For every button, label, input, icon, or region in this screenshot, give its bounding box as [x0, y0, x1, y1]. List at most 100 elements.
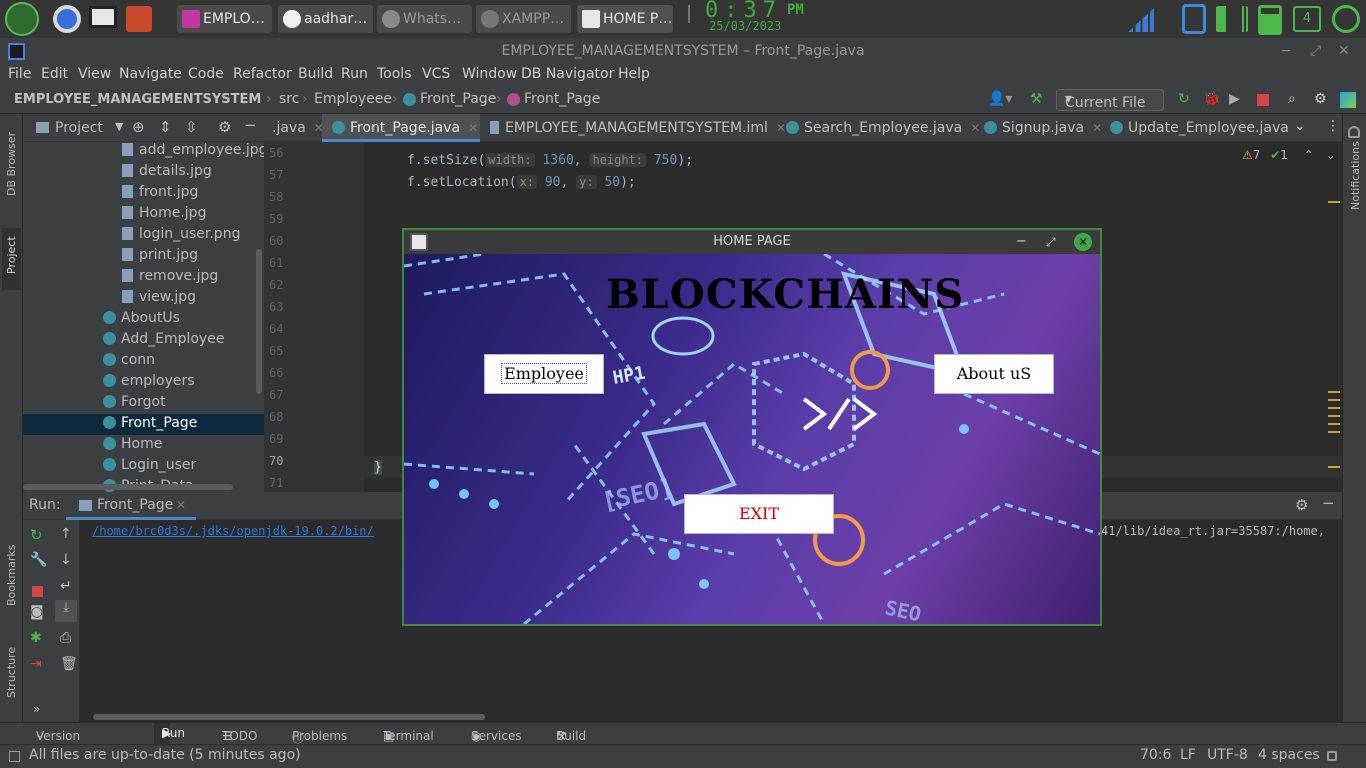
taskbar-item-aadhar[interactable]: aadhar… — [278, 5, 373, 33]
tab-search-employee[interactable]: Search_Employee.java ✕ — [786, 114, 980, 142]
bookmarks-tab[interactable]: Bookmarks — [5, 545, 18, 606]
code-line-57[interactable]: f.setLocation(x: 90, y: 50); — [407, 175, 636, 190]
run-tab-label[interactable]: Front_Page — [97, 497, 173, 513]
soft-wrap-icon[interactable]: ↵ — [60, 578, 72, 594]
jetbrains-icon[interactable] — [1340, 92, 1356, 108]
tree-file[interactable]: login_user.png — [122, 224, 240, 245]
expand-all-icon[interactable]: ⇕ — [159, 118, 172, 136]
locate-icon[interactable]: ⊕ — [132, 118, 145, 136]
exit-icon[interactable]: ⇥ — [30, 656, 42, 672]
exit-button[interactable]: EXIT — [684, 494, 834, 534]
chromium-icon[interactable] — [53, 5, 81, 33]
tree-file[interactable]: print.jpg — [122, 245, 198, 266]
scroll-down-icon[interactable]: ↓ — [60, 552, 72, 568]
warnings-indicator[interactable]: ⚠7 ✔1 ⌃ ⌄ — [1242, 148, 1336, 162]
tree-file[interactable]: remove.jpg — [122, 266, 218, 287]
network-signal-icon[interactable] — [1128, 8, 1154, 32]
menu-navigate[interactable]: Navigate — [119, 66, 182, 82]
settings-gear-icon[interactable]: ⚙ — [1314, 91, 1327, 107]
tree-class[interactable]: Home — [103, 434, 162, 455]
minimize-icon[interactable]: − — [1016, 230, 1027, 254]
console-horizontal-scrollbar[interactable] — [93, 714, 485, 720]
about-us-button[interactable]: About uS — [934, 354, 1054, 394]
build-hammer-icon[interactable]: ⚒ — [1030, 91, 1043, 107]
indent-setting[interactable]: 4 spaces — [1258, 747, 1320, 763]
breadcrumb-package[interactable]: Employeee — [314, 91, 392, 107]
status-message[interactable]: All files are up-to-date (5 minutes ago) — [29, 747, 301, 763]
tree-class[interactable]: Forgot — [103, 392, 166, 413]
taskbar-item-home-page[interactable]: HOME P… — [577, 5, 673, 33]
tree-class[interactable]: Add_Employee — [103, 329, 224, 350]
db-browser-tab[interactable]: DB Browser — [5, 132, 18, 196]
taskbar-item-whatsapp[interactable]: Whats… — [377, 5, 472, 33]
nav-down-icon[interactable]: ⌄ — [1326, 148, 1336, 162]
notifications-bell-icon[interactable] — [1348, 126, 1360, 138]
menu-view[interactable]: View — [78, 66, 111, 82]
tab-update-employee[interactable]: Update_Employee.java — [1110, 114, 1289, 142]
file-encoding[interactable]: UTF-8 — [1207, 747, 1248, 763]
tree-class[interactable]: Login_user — [103, 455, 196, 476]
breadcrumb-file[interactable]: Front_Page — [420, 91, 496, 107]
tree-file[interactable]: view.jpg — [122, 287, 196, 308]
tab-iml[interactable]: EMPLOYEE_MANAGEMENTSYSTEM.iml ✕ — [490, 114, 786, 142]
more-icon[interactable]: » — [33, 702, 40, 716]
code-line-70[interactable]: } — [374, 460, 382, 475]
taskbar-item-intellij[interactable]: EMPLO… — [177, 5, 272, 33]
tab-front-page[interactable]: Front_Page.java ✕ — [322, 114, 480, 142]
minimize-icon[interactable]: − — [1280, 38, 1292, 64]
taskbar-item-xampp[interactable]: XAMPP… — [476, 5, 571, 33]
menu-help[interactable]: Help — [618, 66, 650, 82]
wrench-icon[interactable]: 🔧 — [30, 552, 47, 568]
employee-button[interactable]: Employee — [484, 354, 604, 394]
breadcrumb-project[interactable]: EMPLOYEE_MANAGEMENTSYSTEM — [14, 92, 261, 107]
menu-tools[interactable]: Tools — [377, 66, 412, 82]
tree-class[interactable]: employers — [103, 371, 195, 392]
tab-signup[interactable]: Signup.java ✕ — [984, 114, 1102, 142]
line-separator[interactable]: LF — [1180, 747, 1196, 763]
run-config-select[interactable]: Current File ▾ — [1056, 89, 1164, 111]
console-output-path[interactable]: /home/brc0d3s/.jdks/openjdk-19.0.2/bin/ — [92, 524, 374, 538]
menu-refactor[interactable]: Refactor — [233, 66, 292, 82]
dropdown-arrow-icon[interactable]: ▼ — [115, 120, 123, 133]
nav-up-icon[interactable]: ⌃ — [1304, 148, 1314, 162]
vertical-scrollbar[interactable] — [256, 249, 262, 394]
notifications-icon[interactable]: 4 — [1293, 6, 1321, 32]
close-tab-icon[interactable]: ✕ — [1092, 121, 1102, 135]
tree-class[interactable]: AboutUs — [103, 308, 180, 329]
lock-icon[interactable] — [1327, 751, 1337, 761]
breadcrumb-method[interactable]: Front_Page — [524, 91, 600, 107]
start-menu-icon[interactable] — [5, 2, 39, 36]
close-icon[interactable]: ✕ — [1074, 233, 1092, 251]
rerun-icon[interactable]: ↻ — [1178, 91, 1190, 107]
project-tab[interactable]: Project — [5, 236, 18, 274]
tree-file[interactable]: Home.jpg — [122, 203, 206, 224]
close-tab-icon[interactable]: ✕ — [176, 498, 186, 512]
close-tab-icon[interactable]: ✕ — [776, 121, 786, 135]
more-options-icon[interactable]: ⋮ — [1326, 118, 1340, 134]
tab-java-partial[interactable]: .java ✕ — [272, 114, 324, 142]
status-square-icon[interactable] — [9, 751, 20, 762]
project-panel-title[interactable]: Project — [55, 120, 103, 136]
hide-icon[interactable]: − — [1322, 494, 1335, 512]
scroll-up-icon[interactable]: ↑ — [60, 526, 72, 542]
power-icon[interactable] — [1332, 5, 1360, 33]
menu-code[interactable]: Code — [188, 66, 224, 82]
stop-icon[interactable] — [32, 586, 43, 597]
trash-icon[interactable]: 🗑 — [60, 656, 78, 672]
close-icon[interactable]: ✕ — [1338, 38, 1350, 64]
camera-icon[interactable]: ◙ — [30, 604, 44, 620]
structure-tab[interactable]: Structure — [5, 647, 18, 698]
menu-window[interactable]: Window — [462, 66, 517, 82]
battery-icon[interactable] — [1258, 5, 1282, 35]
toolbox-icon[interactable] — [126, 6, 152, 32]
close-tab-icon[interactable]: ✕ — [468, 121, 478, 135]
debug-icon[interactable]: ✱ — [30, 630, 42, 646]
settings-gear-icon[interactable]: ⚙ — [218, 118, 231, 136]
tab-run[interactable]: ▶ Run — [154, 723, 185, 745]
menu-edit[interactable]: Edit — [41, 66, 68, 82]
menu-file[interactable]: File — [8, 66, 31, 82]
tree-file[interactable]: front.jpg — [122, 182, 198, 203]
user-icon[interactable]: 👤▾ — [988, 91, 1012, 107]
collapse-all-icon[interactable]: ⇳ — [185, 118, 198, 136]
tree-class-selected[interactable]: Front_Page — [103, 413, 197, 434]
